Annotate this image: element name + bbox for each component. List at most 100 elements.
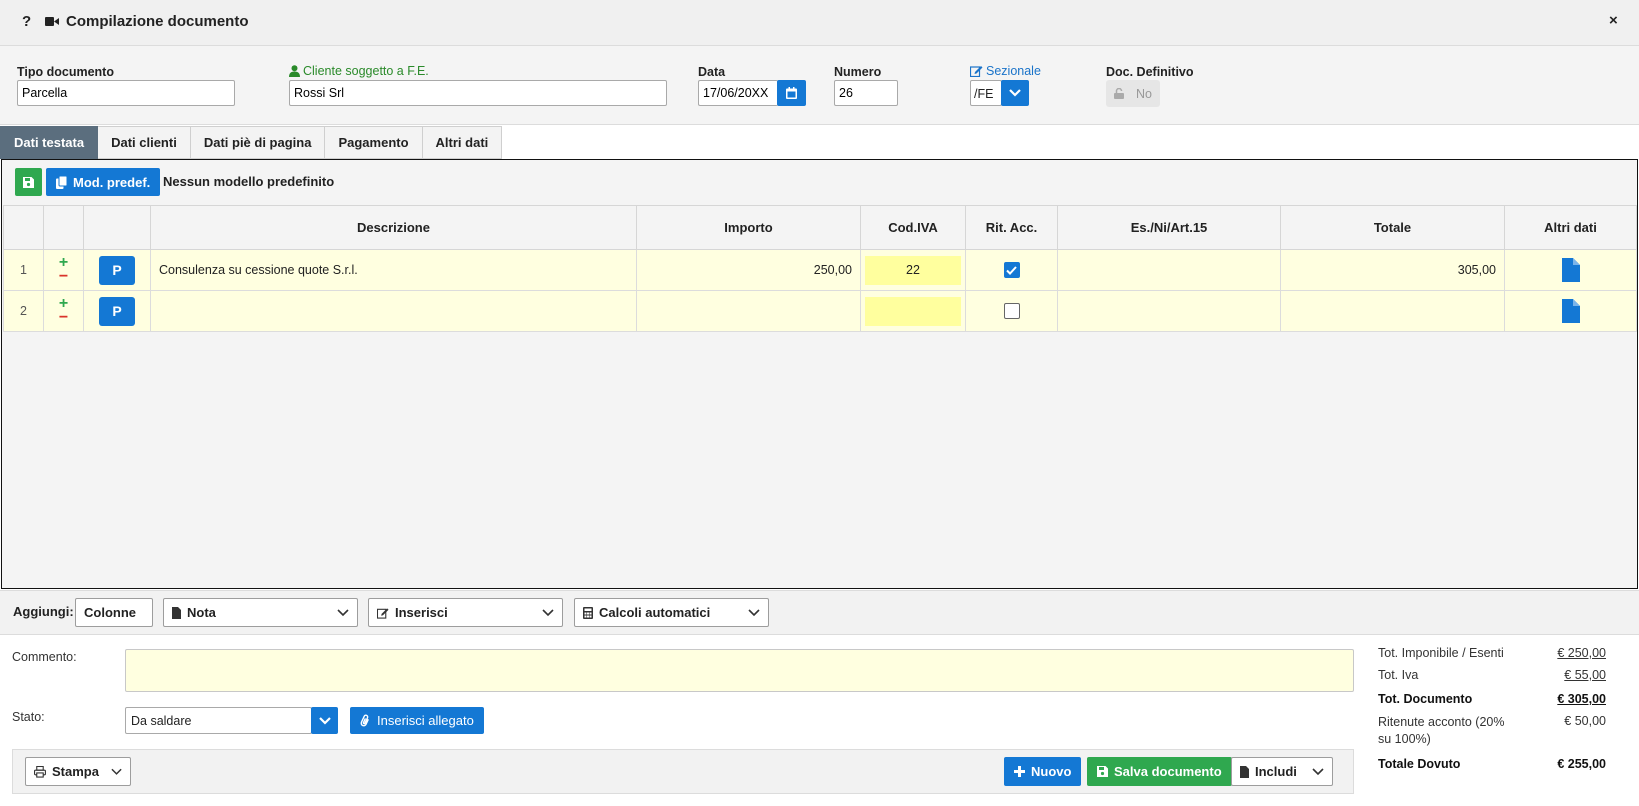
video-camera-icon[interactable] bbox=[45, 16, 59, 27]
column-header-num bbox=[3, 205, 44, 250]
numero-label: Numero bbox=[834, 65, 882, 79]
chevron-down-icon bbox=[1009, 89, 1021, 97]
inserisci-allegato-button[interactable]: Inserisci allegato bbox=[350, 707, 484, 734]
edit-icon bbox=[377, 607, 389, 619]
floppy-disk-icon bbox=[1097, 766, 1108, 777]
inserisci-label: Inserisci bbox=[395, 605, 448, 620]
column-header-totale[interactable]: Totale bbox=[1280, 205, 1505, 250]
documento-value[interactable]: € 305,00 bbox=[1557, 692, 1606, 706]
row-p-cell: P bbox=[83, 290, 151, 332]
chevron-down-icon bbox=[318, 716, 331, 725]
aggiungi-label: Aggiungi: bbox=[13, 604, 74, 619]
column-header-altri-dati[interactable]: Altri dati bbox=[1504, 205, 1637, 250]
importo-cell[interactable] bbox=[636, 290, 861, 332]
descrizione-cell[interactable] bbox=[150, 290, 637, 332]
mod-predef-button[interactable]: Mod. predef. bbox=[46, 168, 161, 196]
es-ni-art15-cell[interactable] bbox=[1057, 249, 1281, 291]
nota-label: Nota bbox=[187, 605, 216, 620]
ritenute-value: € 50,00 bbox=[1564, 714, 1606, 728]
title-bar: ? Compilazione documento × bbox=[0, 0, 1639, 46]
totals-ritenute-row: Ritenute acconto (20% su 100%) € 50,00 bbox=[1378, 714, 1606, 748]
imponibile-value[interactable]: € 250,00 bbox=[1557, 646, 1606, 660]
includi-label: Includi bbox=[1255, 764, 1297, 779]
salva-documento-label: Salva documento bbox=[1114, 764, 1222, 779]
inserisci-dropdown[interactable]: Inserisci bbox=[368, 598, 563, 627]
calendar-icon bbox=[786, 87, 797, 99]
save-model-button[interactable] bbox=[15, 168, 42, 196]
column-header-importo[interactable]: Importo bbox=[636, 205, 861, 250]
remove-row-icon[interactable]: − bbox=[59, 310, 68, 326]
colonne-dropdown[interactable]: Colonne bbox=[75, 598, 153, 627]
row-p-button[interactable]: P bbox=[99, 296, 135, 326]
cod-iva-field[interactable]: 22 bbox=[865, 255, 961, 285]
cod-iva-field[interactable] bbox=[865, 296, 961, 326]
row-p-button[interactable]: P bbox=[99, 255, 135, 285]
includi-dropdown[interactable]: Includi bbox=[1231, 757, 1333, 786]
edit-icon bbox=[970, 66, 983, 77]
user-icon bbox=[289, 65, 300, 77]
descrizione-cell[interactable]: Consulenza su cessione quote S.r.l. bbox=[150, 249, 637, 291]
doc-definitivo-label: Doc. Definitivo bbox=[1106, 65, 1194, 79]
commento-textarea[interactable] bbox=[125, 649, 1354, 692]
column-header-rit-acc[interactable]: Rit. Acc. bbox=[965, 205, 1058, 250]
rit-acc-checkbox[interactable] bbox=[1003, 303, 1020, 319]
document-icon[interactable] bbox=[1561, 299, 1580, 323]
remove-row-icon[interactable]: − bbox=[59, 269, 68, 285]
close-icon[interactable]: × bbox=[1609, 12, 1618, 29]
unlock-icon bbox=[1114, 88, 1124, 99]
stampa-dropdown[interactable]: Stampa bbox=[25, 757, 131, 786]
nuovo-label: Nuovo bbox=[1031, 764, 1072, 779]
rit-acc-checkbox[interactable] bbox=[1003, 262, 1020, 278]
row-actions: + − bbox=[43, 249, 84, 291]
ritenute-label: Ritenute acconto (20% su 100%) bbox=[1378, 715, 1505, 746]
numero-input[interactable] bbox=[834, 80, 898, 106]
row-actions: + − bbox=[43, 290, 84, 332]
tab-dati-clienti[interactable]: Dati clienti bbox=[98, 126, 191, 159]
commento-label: Commento: bbox=[12, 650, 77, 664]
chevron-down-icon bbox=[542, 608, 554, 616]
column-header-descrizione[interactable]: Descrizione bbox=[150, 205, 637, 250]
tab-altri-dati[interactable]: Altri dati bbox=[422, 126, 503, 159]
totale-cell bbox=[1280, 290, 1505, 332]
doc-definitivo-value: No bbox=[1136, 86, 1152, 101]
data-label: Data bbox=[698, 65, 726, 79]
nota-dropdown[interactable]: Nota bbox=[163, 598, 358, 627]
importo-cell[interactable]: 250,00 bbox=[636, 249, 861, 291]
stato-dropdown-button[interactable] bbox=[311, 707, 338, 734]
nuovo-button[interactable]: Nuovo bbox=[1004, 757, 1082, 786]
doc-definitivo-toggle: No bbox=[1106, 80, 1160, 107]
row-p-cell: P bbox=[83, 249, 151, 291]
column-header-es-ni-art15[interactable]: Es./Ni/Art.15 bbox=[1057, 205, 1281, 250]
altri-dati-cell bbox=[1504, 249, 1637, 291]
es-ni-art15-cell[interactable] bbox=[1057, 290, 1281, 332]
tab-dati-pie-di-pagina[interactable]: Dati piè di pagina bbox=[190, 126, 326, 159]
calculator-icon bbox=[583, 606, 593, 619]
documento-label: Tot. Documento bbox=[1378, 692, 1473, 706]
printer-icon bbox=[34, 765, 46, 778]
calcoli-automatici-dropdown[interactable]: Calcoli automatici bbox=[574, 598, 769, 627]
tab-pagamento[interactable]: Pagamento bbox=[325, 126, 423, 159]
calendar-button[interactable] bbox=[777, 80, 806, 106]
stato-select[interactable]: Da saldare bbox=[125, 707, 312, 734]
document-rows-table: Descrizione Importo Cod.IVA Rit. Acc. Es… bbox=[3, 205, 1637, 332]
colonne-label: Colonne bbox=[84, 605, 136, 620]
rit-acc-cell bbox=[965, 249, 1058, 291]
floppy-disk-icon bbox=[23, 176, 34, 188]
sezionale-dropdown-button[interactable] bbox=[1001, 80, 1029, 106]
column-header-cod-iva[interactable]: Cod.IVA bbox=[860, 205, 966, 250]
table-header-row: Descrizione Importo Cod.IVA Rit. Acc. Es… bbox=[3, 205, 1637, 250]
sezionale-label[interactable]: Sezionale bbox=[970, 64, 1041, 78]
help-icon[interactable]: ? bbox=[22, 13, 31, 30]
tipo-documento-input[interactable] bbox=[17, 80, 235, 106]
salva-documento-button[interactable]: Salva documento bbox=[1087, 757, 1232, 786]
tab-dati-testata[interactable]: Dati testata bbox=[0, 126, 99, 159]
cliente-input[interactable] bbox=[289, 80, 667, 106]
sezionale-select[interactable]: /FE bbox=[970, 80, 1002, 106]
totals-imponibile-row: Tot. Imponibile / Esenti € 250,00 bbox=[1378, 646, 1606, 660]
document-icon[interactable] bbox=[1561, 258, 1580, 282]
data-input[interactable] bbox=[698, 80, 778, 106]
chevron-down-icon bbox=[111, 768, 122, 775]
window-title: Compilazione documento bbox=[66, 13, 249, 30]
iva-value[interactable]: € 55,00 bbox=[1564, 668, 1606, 682]
row-number: 1 bbox=[3, 249, 44, 291]
